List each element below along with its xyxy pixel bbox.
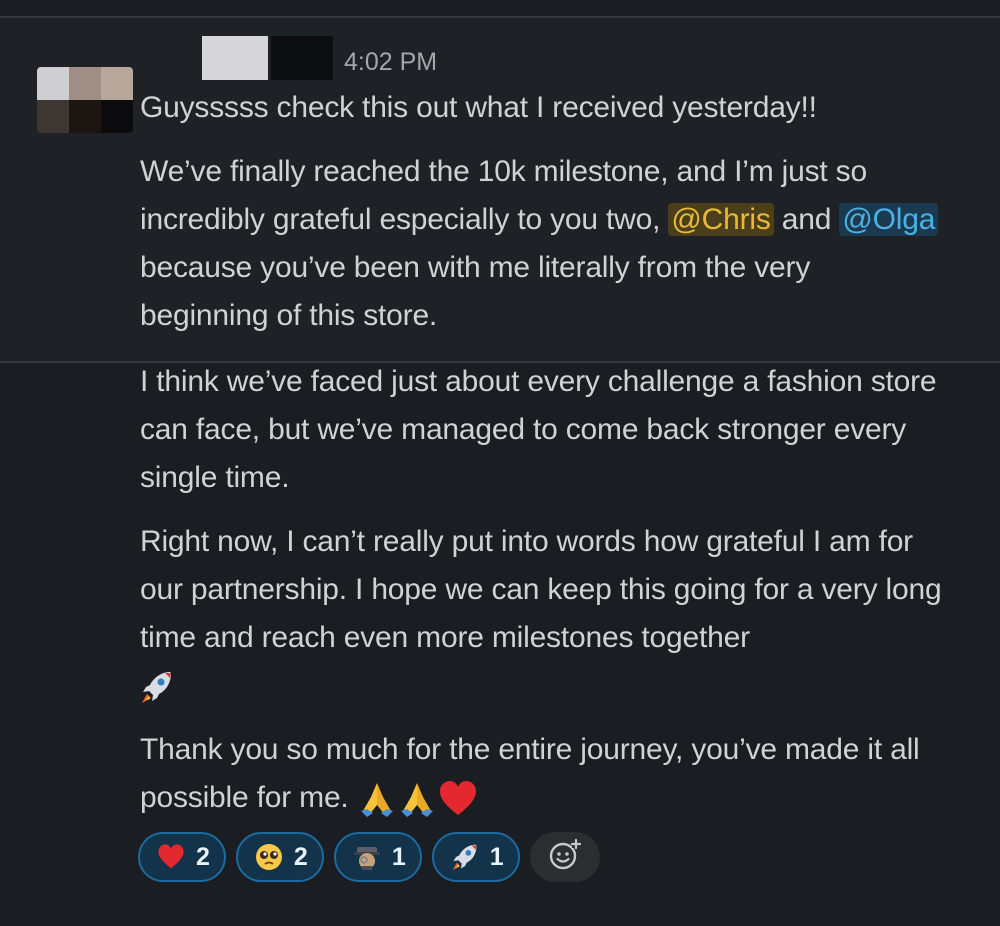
message-paragraph-2: We’ve finally reached the 10k milestone,…: [140, 148, 940, 340]
detective-icon: [352, 842, 382, 872]
message-paragraph-5: Thank you so much for the entire journey…: [140, 726, 980, 822]
reaction-pleading-face[interactable]: 2: [235, 832, 324, 882]
mention-chris[interactable]: @Chris: [668, 203, 774, 236]
reaction-count: 2: [293, 842, 308, 871]
folded-hands-icon: [357, 781, 397, 818]
add-emoji-icon: [548, 838, 582, 877]
pleading-face-icon: [254, 842, 284, 872]
message-paragraph-1: Guysssss check this out what I received …: [140, 91, 817, 124]
reaction-count: 1: [489, 842, 504, 871]
reaction-count: 2: [196, 842, 210, 871]
sender-handle-redacted[interactable]: [271, 36, 333, 80]
message-timestamp[interactable]: 4:02 PM: [344, 48, 437, 76]
reaction-rocket[interactable]: 1: [431, 832, 520, 882]
reaction-heart[interactable]: 2: [138, 832, 226, 882]
message-paragraph-4: Right now, I can’t really put into words…: [140, 518, 960, 710]
avatar[interactable]: [37, 67, 133, 133]
message-text: because you’ve been with me literally fr…: [140, 251, 811, 332]
reaction-detective[interactable]: 1: [333, 832, 422, 882]
add-reaction-button[interactable]: [529, 832, 600, 882]
reactions-bar: 2 2 1 1: [138, 832, 600, 882]
message-text: Right now, I can’t really put into words…: [140, 525, 942, 654]
heart-icon: [437, 781, 479, 816]
message-text: Thank you so much for the entire journey…: [140, 733, 920, 814]
message-text: and: [781, 203, 832, 236]
folded-hands-icon: [397, 781, 437, 818]
sender-name-redacted[interactable]: [202, 36, 268, 80]
heart-icon: [156, 842, 186, 872]
mention-olga[interactable]: @Olga: [839, 203, 939, 236]
divider-top: [0, 16, 1000, 18]
rocket-icon: [450, 842, 480, 872]
message-paragraph-3: I think we’ve faced just about every cha…: [140, 365, 937, 494]
rocket-icon: [140, 669, 174, 704]
reaction-count: 1: [391, 842, 406, 871]
